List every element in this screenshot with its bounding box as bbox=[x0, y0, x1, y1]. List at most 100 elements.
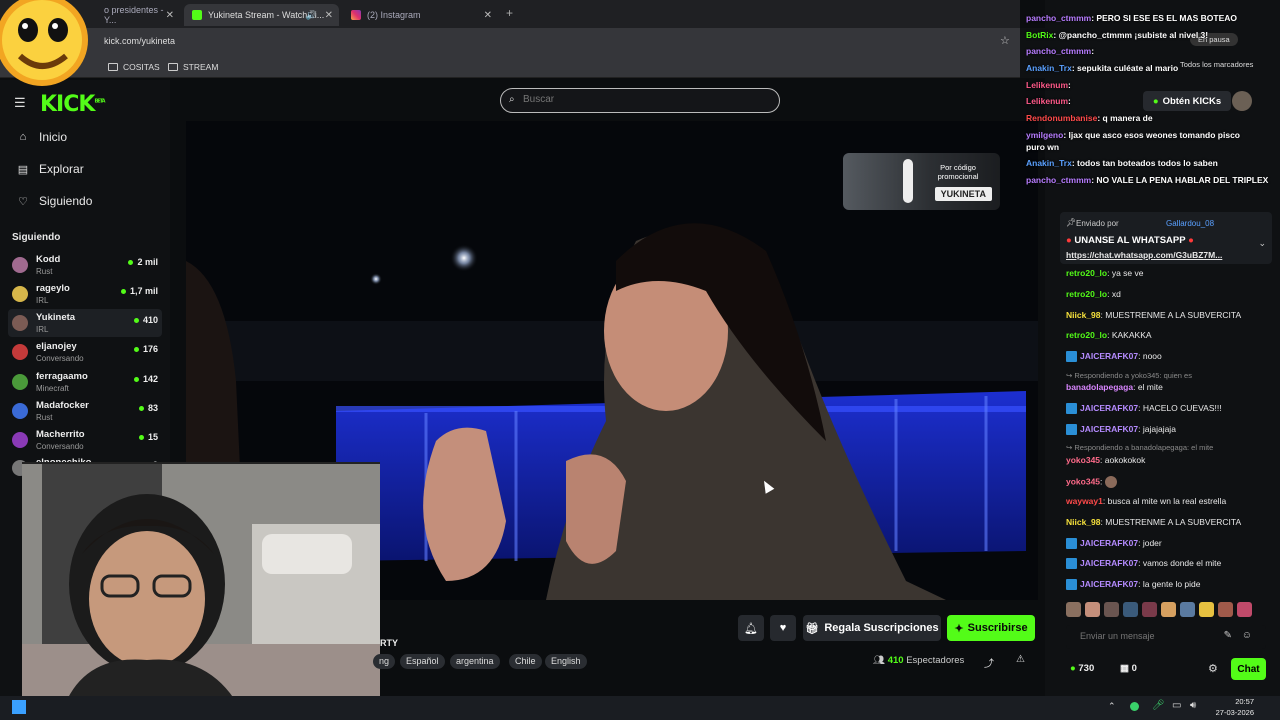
bookmark-folder-cositas[interactable]: COSITAS bbox=[108, 62, 160, 72]
volume-icon[interactable]: 🔊︎ bbox=[1190, 700, 1196, 711]
emote-icon[interactable] bbox=[1199, 602, 1214, 617]
promo-text: Por código promocional bbox=[937, 163, 979, 181]
chat-username[interactable]: yoko345 bbox=[1066, 476, 1100, 486]
close-icon[interactable]: ✕ bbox=[166, 10, 174, 21]
chat-username: Rendonumbanise bbox=[1026, 113, 1098, 123]
sidebar-channel-kodd[interactable]: Kodd Rust 2 mil bbox=[8, 251, 162, 279]
speaker-icon[interactable]: 🔊 bbox=[306, 10, 317, 21]
star-icon[interactable]: ☆ bbox=[1000, 34, 1010, 47]
sidebar-channel-yukineta[interactable]: Yukineta IRL 410 bbox=[8, 309, 162, 337]
emote-icon[interactable] bbox=[1066, 602, 1081, 617]
url-text[interactable]: kick.com/yukineta bbox=[104, 36, 175, 46]
search-bar[interactable]: ⌕ bbox=[500, 88, 780, 113]
gift-subscriptions-button[interactable]: 🎁︎ Regala Suscripciones bbox=[803, 615, 941, 641]
sidebar-channel-macherrito[interactable]: Macherrito Conversando 15 bbox=[8, 426, 162, 454]
avatar bbox=[12, 315, 28, 331]
address-bar[interactable]: kick.com/yukineta ☆ bbox=[0, 28, 1020, 56]
emote-icon[interactable] bbox=[1142, 602, 1157, 617]
chat-username: pancho_ctmmm bbox=[1026, 13, 1092, 23]
pinned-link[interactable]: https://chat.whatsapp.com/G3uBZ7M... bbox=[1066, 250, 1222, 260]
points-balance[interactable]: ▦ 0 bbox=[1120, 663, 1137, 674]
sidebar-channel-eljanojey[interactable]: eljanojey Conversando 176 bbox=[8, 338, 162, 366]
stream-tag[interactable]: argentina bbox=[450, 654, 500, 669]
chat-username[interactable]: banadolapegaga bbox=[1066, 382, 1133, 392]
emote-icon[interactable] bbox=[1104, 602, 1119, 617]
channel-name: Kodd bbox=[36, 254, 61, 265]
follow-button[interactable]: ♥ bbox=[770, 615, 796, 641]
chat-username[interactable]: JAICERAFK07 bbox=[1080, 424, 1138, 434]
chat-username[interactable]: Niick_98 bbox=[1066, 310, 1101, 320]
chat-username[interactable]: retro20_lo bbox=[1066, 289, 1107, 299]
emote-icon[interactable] bbox=[1237, 602, 1252, 617]
browser-tab-active[interactable]: Yukineta Stream - Watch Li... 🔊 ✕ bbox=[184, 4, 339, 26]
get-kicks-button[interactable]: ● Obtén KICKs bbox=[1143, 91, 1231, 111]
chat-username: pancho_ctmmm bbox=[1026, 46, 1092, 56]
browser-tab[interactable]: (2) Instagram ✕ bbox=[343, 4, 498, 26]
browser-tab[interactable]: o presidentes - Y... ✕ bbox=[96, 4, 180, 26]
status-icon[interactable] bbox=[1130, 702, 1139, 711]
gift-icon: 🎁︎ bbox=[805, 622, 820, 635]
new-tab-icon[interactable]: + bbox=[506, 6, 513, 20]
system-clock[interactable]: 20:57 27-03-2026 bbox=[1216, 696, 1254, 718]
stream-tag[interactable]: Español bbox=[400, 654, 445, 669]
chat-username[interactable]: wayway1 bbox=[1066, 496, 1103, 506]
nav-explorar[interactable]: ▤ Explorar bbox=[16, 162, 84, 176]
chevron-up-icon[interactable]: ⌃ bbox=[1108, 701, 1116, 712]
sidebar-channel-rageylo[interactable]: rageylo IRL 1,7 mil bbox=[8, 280, 162, 308]
chat-username[interactable]: JAICERAFK07 bbox=[1080, 403, 1138, 413]
stream-tag[interactable]: English bbox=[545, 654, 587, 669]
report-icon[interactable]: ⚠ bbox=[1016, 654, 1025, 665]
emote-icon[interactable] bbox=[1123, 602, 1138, 617]
emote-icon[interactable] bbox=[1218, 602, 1233, 617]
subscribe-button[interactable]: ✦ Suscribirse bbox=[947, 615, 1035, 641]
mic-icon[interactable]: 🎤︎ bbox=[1152, 700, 1165, 711]
stream-tag[interactable]: Chile bbox=[509, 654, 542, 669]
reply-context: ↪ Respondiendo a banadolapegaga: el mite bbox=[1066, 443, 1213, 452]
chat-username[interactable]: yoko345 bbox=[1066, 455, 1100, 465]
sidebar-channel-ferragaamo[interactable]: ferragaamo Minecraft 142 bbox=[8, 368, 162, 396]
menu-icon[interactable]: ☰ bbox=[14, 95, 26, 111]
chat-username[interactable]: JAICERAFK07 bbox=[1080, 558, 1138, 568]
emote-icon[interactable] bbox=[1180, 602, 1195, 617]
emote-icon[interactable] bbox=[1161, 602, 1176, 617]
chat-username[interactable]: retro20_lo bbox=[1066, 330, 1107, 340]
chat-text: MUESTRENME A LA SUBVERCITA bbox=[1105, 517, 1242, 527]
gear-icon[interactable]: ⚙ bbox=[1208, 662, 1218, 675]
chat-username[interactable]: JAICERAFK07 bbox=[1080, 351, 1138, 361]
chat-username[interactable]: retro20_lo bbox=[1066, 268, 1107, 278]
emote-icon[interactable] bbox=[1085, 602, 1100, 617]
smiley-icon[interactable]: ☺ bbox=[1242, 630, 1252, 641]
nav-inicio[interactable]: ⌂ Inicio bbox=[16, 130, 67, 144]
kick-logo[interactable]: KICKBETA bbox=[40, 92, 106, 117]
all-bookmarks-link[interactable]: Todos los marcadores bbox=[1180, 60, 1253, 69]
chat-username[interactable]: JAICERAFK07 bbox=[1080, 538, 1138, 548]
pinned-message[interactable]: 📌︎ Enviado por Gallardou_08 ● UNANSE AL … bbox=[1060, 212, 1272, 264]
share-icon[interactable]: ⤴ bbox=[984, 655, 994, 670]
close-icon[interactable]: ✕ bbox=[484, 10, 492, 21]
chat-input-box[interactable]: ✎ ☺ bbox=[1066, 625, 1266, 649]
chevron-down-icon[interactable]: ⌄ bbox=[1258, 238, 1266, 249]
sidebar-channel-madafocker[interactable]: Madafocker Rust 83 bbox=[8, 397, 162, 425]
emote-picker-icon[interactable]: ✎ bbox=[1224, 630, 1232, 641]
network-icon[interactable]: ▭ bbox=[1172, 700, 1181, 711]
nav-siguiendo[interactable]: ♡ Siguiendo bbox=[16, 194, 92, 208]
viewer-count-display: 👥︎ 410 Espectadores bbox=[873, 655, 964, 666]
chat-username[interactable]: JAICERAFK07 bbox=[1080, 579, 1138, 589]
chat-send-button[interactable]: Chat bbox=[1231, 658, 1266, 680]
chat-text: la gente lo pide bbox=[1142, 579, 1201, 589]
chat-username[interactable]: Niick_98 bbox=[1066, 517, 1101, 527]
search-input[interactable] bbox=[523, 94, 763, 105]
chat-text: @pancho_ctmmm ¡subiste al nivel 3! bbox=[1058, 30, 1209, 40]
usb-stick-icon bbox=[903, 159, 913, 203]
kicks-balance[interactable]: ● 730 bbox=[1070, 663, 1094, 674]
start-icon[interactable] bbox=[12, 700, 26, 714]
stream-tag[interactable]: ng bbox=[373, 654, 396, 669]
notification-bell-button[interactable]: 🔔︎ bbox=[738, 615, 764, 641]
user-avatar[interactable] bbox=[1232, 91, 1252, 111]
chat-input[interactable] bbox=[1080, 631, 1220, 641]
close-icon[interactable]: ✕ bbox=[325, 10, 333, 21]
button-label: Regala Suscripciones bbox=[824, 622, 939, 634]
chat-username: Lelikenum bbox=[1026, 80, 1069, 90]
bookmark-folder-stream[interactable]: STREAM bbox=[168, 62, 218, 72]
channel-category: Rust bbox=[36, 267, 53, 276]
